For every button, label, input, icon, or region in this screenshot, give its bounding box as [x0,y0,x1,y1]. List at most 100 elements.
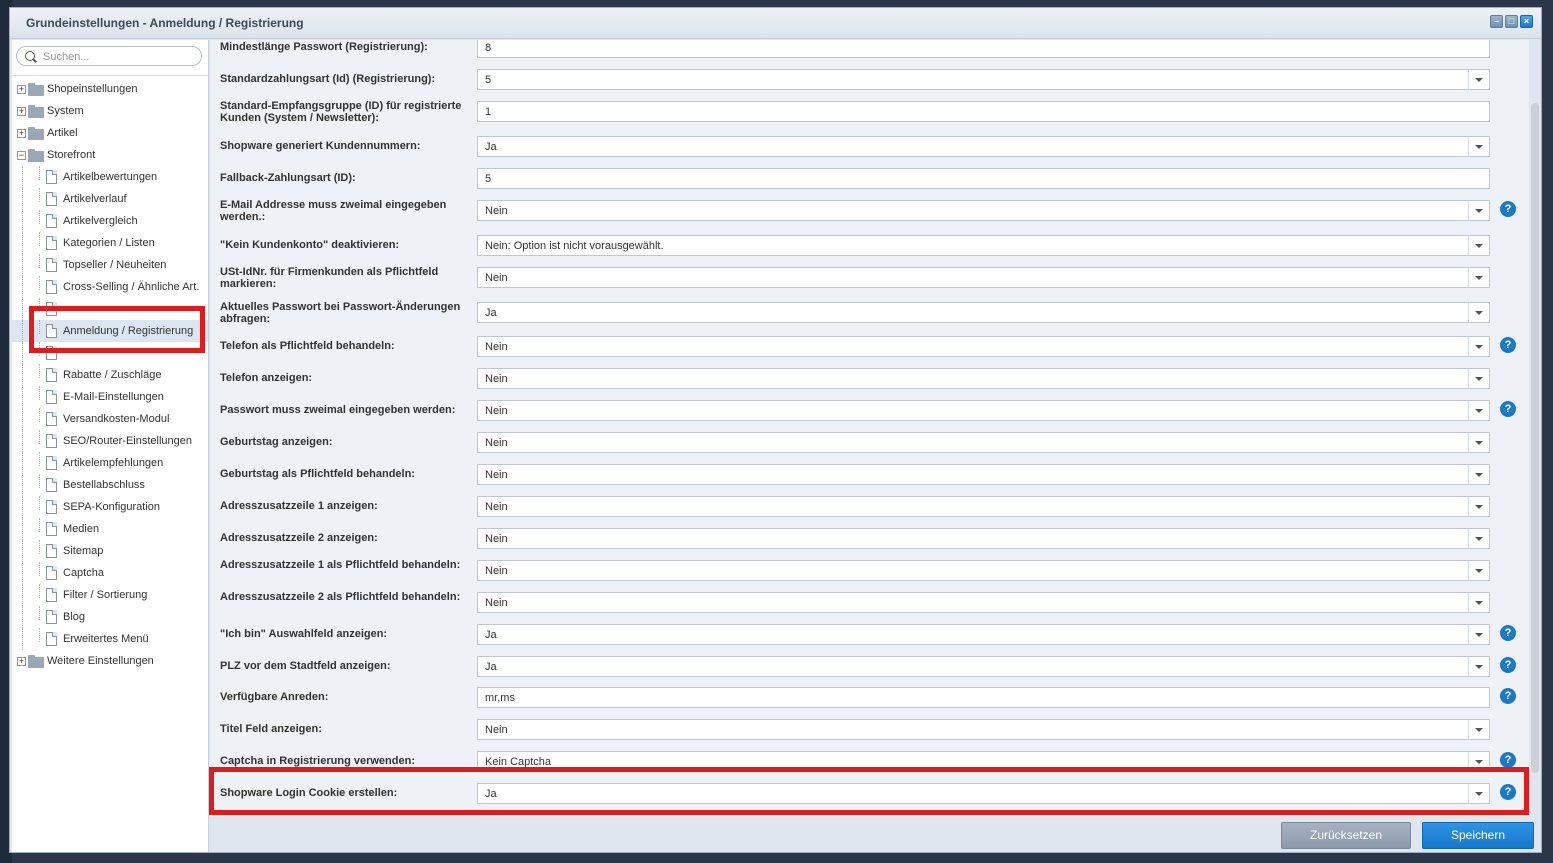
select-field[interactable]: Nein: Option ist nicht vorausgewählt. [477,235,1490,256]
field-label: Adresszusatzzeile 2 als Pflichtfeld beha… [220,591,461,603]
expand-icon[interactable]: + [17,657,26,666]
select-field[interactable]: Nein [477,592,1490,613]
tree-node[interactable]: − Storefront [12,144,208,166]
tree-node[interactable]: Sitemap [12,540,208,562]
help-icon[interactable]: ? [1500,201,1516,217]
tree-node[interactable]: Topseller / Neuheiten [12,254,208,276]
text-field[interactable]: 1 [477,101,1490,122]
field-label: Adresszusatzzeile 2 anzeigen: [220,532,378,544]
tree-node[interactable]: + Shopeinstellungen [12,78,208,100]
window-titlebar[interactable]: Grundeinstellungen - Anmeldung / Registr… [10,8,1541,39]
tree-node[interactable]: Cross-Selling / Ähnliche Art. [12,276,208,298]
close-icon[interactable]: × [1520,15,1533,28]
chevron-down-icon[interactable] [1468,401,1489,420]
select-field[interactable]: Nein [477,719,1490,740]
tree-node[interactable]: SEPA-Konfiguration [12,496,208,518]
select-field[interactable]: Ja [477,656,1490,677]
select-field[interactable]: Nein [477,464,1490,485]
reset-button[interactable]: Zurücksetzen [1281,822,1411,849]
chevron-down-icon[interactable] [1468,201,1489,220]
chevron-down-icon[interactable] [1468,70,1489,89]
tree-line [22,584,23,606]
expand-icon[interactable]: + [17,129,26,138]
select-field[interactable]: Ja [477,136,1490,157]
chevron-down-icon[interactable] [1468,720,1489,739]
chevron-down-icon[interactable] [1468,137,1489,156]
tree-line [22,474,23,496]
tree-node[interactable]: Artikelverlauf [12,188,208,210]
select-field[interactable]: Nein [477,496,1490,517]
tree-node[interactable]: + Weitere Einstellungen [12,650,208,672]
tree-line [39,188,40,202]
tree-node-label: Cross-Selling / Ähnliche Art. [63,281,200,293]
chevron-down-icon[interactable] [1468,337,1489,356]
select-field[interactable]: Ja [477,302,1490,323]
tree-node-label: Medien [63,523,100,535]
tree-node[interactable]: Erweitertes Menü [12,628,208,650]
form-scrollbar[interactable] [1531,103,1539,773]
tree-node[interactable]: Artikelvergleich [12,210,208,232]
tree-node[interactable]: Artikelbewertungen [12,166,208,188]
save-button[interactable]: Speichern [1422,822,1534,849]
select-field[interactable]: Nein [477,336,1490,357]
tree-node[interactable]: E-Mail-Einstellungen [12,386,208,408]
select-field[interactable]: Nein [477,267,1490,288]
collapse-icon[interactable]: − [17,151,26,160]
select-field[interactable]: Ja [477,624,1490,645]
chevron-down-icon[interactable] [1468,529,1489,548]
tree-node[interactable]: SEO/Router-Einstellungen [12,430,208,452]
field-label: Shopware generiert Kundennummern: [220,140,421,152]
chevron-down-icon[interactable] [1468,561,1489,580]
tree-node[interactable]: Rabatte / Zuschläge [12,364,208,386]
select-field[interactable]: Nein [477,400,1490,421]
chevron-down-icon[interactable] [1468,268,1489,287]
tree-node[interactable]: Filter / Sortierung [12,584,208,606]
expand-icon[interactable]: + [17,107,26,116]
chevron-down-icon[interactable] [1468,303,1489,322]
tree-node-label: Filter / Sortierung [63,589,148,601]
field-value: Ja [485,661,497,673]
text-field[interactable]: 8 [477,40,1490,58]
help-icon[interactable]: ? [1500,337,1516,353]
chevron-down-icon[interactable] [1468,497,1489,516]
help-icon[interactable]: ? [1500,625,1516,641]
tree-node[interactable]: Kategorien / Listen [12,232,208,254]
chevron-down-icon[interactable] [1468,625,1489,644]
help-icon[interactable]: ? [1500,401,1516,417]
tree-node[interactable]: Blog [12,606,208,628]
text-field[interactable]: 5 [477,168,1490,189]
tree-node[interactable]: Artikelempfehlungen [12,452,208,474]
tree-node[interactable]: Medien [12,518,208,540]
chevron-down-icon[interactable] [1468,369,1489,388]
select-field[interactable]: Nein [477,432,1490,453]
tree-node[interactable]: + Artikel [12,122,208,144]
maximize-icon[interactable]: □ [1505,15,1518,28]
text-field[interactable]: mr,ms [477,687,1490,708]
chevron-down-icon[interactable] [1468,465,1489,484]
select-field[interactable]: Nein [477,560,1490,581]
tree-node[interactable]: Captcha [12,562,208,584]
tree-line [22,518,23,540]
tree-node[interactable]: + System [12,100,208,122]
chevron-down-icon[interactable] [1468,236,1489,255]
tree-line [39,496,40,510]
tree-node[interactable]: Bestellabschluss [12,474,208,496]
search-input[interactable] [41,49,195,65]
select-field[interactable]: Nein [477,200,1490,221]
field-value: Nein [485,437,508,449]
chevron-down-icon[interactable] [1468,433,1489,452]
select-field[interactable]: Nein [477,528,1490,549]
chevron-down-icon[interactable] [1468,657,1489,676]
help-icon[interactable]: ? [1500,657,1516,673]
field-value: Nein: Option ist nicht vorausgewählt. [485,240,664,252]
select-field[interactable]: 5 [477,69,1490,90]
chevron-down-icon[interactable] [1468,593,1489,612]
minimize-icon[interactable]: – [1490,15,1503,28]
tree-line [39,364,40,378]
select-field[interactable]: Nein [477,368,1490,389]
expand-icon[interactable]: + [17,85,26,94]
field-label: Mindestlänge Passwort (Registrierung): [220,41,428,53]
tree-node[interactable]: Versandkosten-Modul [12,408,208,430]
help-icon[interactable]: ? [1500,688,1516,704]
help-icon[interactable]: ? [1500,752,1516,768]
